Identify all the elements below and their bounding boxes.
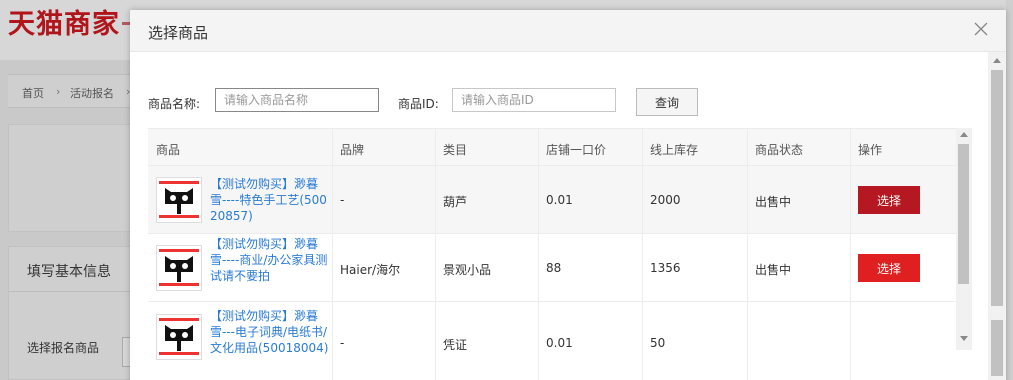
column-divider bbox=[642, 128, 643, 380]
brand-cell: - bbox=[340, 336, 345, 350]
column-divider bbox=[747, 128, 748, 380]
product-name-link[interactable]: 【测试勿购买】渺暮雪----商业/办公家具测试请不要拍 bbox=[210, 236, 330, 284]
table-row: 【测试勿购买】渺暮雪----特色手工艺(50020857) - 葫芦 0.01 … bbox=[148, 166, 956, 234]
column-divider bbox=[435, 128, 436, 380]
scroll-down-icon[interactable] bbox=[960, 336, 968, 341]
column-divider bbox=[538, 128, 539, 380]
status-cell: 出售中 bbox=[755, 263, 792, 277]
product-id-input[interactable] bbox=[452, 88, 616, 112]
column-divider bbox=[850, 128, 851, 380]
dialog-title: 选择商品 bbox=[148, 24, 209, 42]
price-cell: 88 bbox=[546, 261, 562, 275]
stock-cell: 1356 bbox=[650, 261, 681, 275]
table-scrollbar[interactable] bbox=[956, 128, 972, 350]
scroll-thumb[interactable] bbox=[958, 144, 969, 284]
product-name-link[interactable]: 【测试勿购买】渺暮雪----特色手工艺(50020857) bbox=[210, 176, 330, 224]
bg-info-block bbox=[8, 124, 148, 232]
select-button[interactable]: 选择 bbox=[858, 186, 920, 214]
scroll-thumb[interactable] bbox=[991, 70, 1003, 306]
filter-bar: 商品名称: 商品ID: 查询 bbox=[130, 88, 1006, 118]
category-cell: 葫芦 bbox=[443, 195, 468, 209]
category-cell: 景观小品 bbox=[443, 263, 492, 277]
table-row: 【测试勿购买】渺暮雪----商业/办公家具测试请不要拍 Haier/海尔 景观小… bbox=[148, 234, 956, 302]
select-product-label: 选择报名商品 bbox=[27, 341, 100, 355]
section-divider bbox=[9, 291, 149, 292]
price-cell: 0.01 bbox=[546, 336, 573, 350]
breadcrumb: 首页 › 活动报名 › bbox=[8, 74, 148, 108]
dialog-scrollbar[interactable] bbox=[988, 52, 1006, 380]
product-name-input[interactable] bbox=[215, 88, 379, 112]
table-header: 商品 品牌 类目 店铺一口价 线上库存 商品状态 操作 bbox=[148, 128, 956, 166]
brand-cell: - bbox=[340, 193, 345, 207]
breadcrumb-activity[interactable]: 活动报名 bbox=[70, 85, 114, 101]
category-cell: 凭证 bbox=[443, 338, 468, 352]
page-scroll-strip bbox=[1006, 0, 1013, 380]
dialog-header: 选择商品 bbox=[130, 10, 1006, 52]
tmall-cat-icon bbox=[156, 245, 202, 291]
chevron-right-icon: › bbox=[56, 85, 61, 98]
col-brand: 品牌 bbox=[340, 143, 365, 157]
brand-cell: Haier/海尔 bbox=[340, 263, 401, 277]
product-name-link[interactable]: 【测试勿购买】渺暮雪---电子词典/电纸书/文化用品(50018004) bbox=[210, 308, 330, 356]
stock-cell: 50 bbox=[650, 336, 666, 350]
col-stock: 线上库存 bbox=[650, 143, 699, 157]
scroll-up-icon[interactable] bbox=[993, 58, 1001, 63]
close-icon[interactable] bbox=[972, 20, 990, 38]
status-cell: 出售中 bbox=[755, 195, 792, 209]
col-product: 商品 bbox=[156, 143, 181, 157]
col-price: 店铺一口价 bbox=[546, 143, 607, 157]
table-row: 【测试勿购买】渺暮雪---电子词典/电纸书/文化用品(50018004) - 凭… bbox=[148, 302, 956, 380]
stock-cell: 2000 bbox=[650, 193, 681, 207]
select-product-dialog: 选择商品 商品名称: 商品ID: 查询 商品 品牌 类目 店铺一口价 线上库存 … bbox=[130, 10, 1006, 380]
tmall-cat-icon bbox=[156, 314, 202, 360]
breadcrumb-home[interactable]: 首页 bbox=[22, 85, 44, 101]
tmall-merchant-logo: 天猫商家 bbox=[8, 9, 120, 40]
col-action: 操作 bbox=[858, 143, 883, 157]
col-category: 类目 bbox=[443, 143, 468, 157]
price-cell: 0.01 bbox=[546, 193, 573, 207]
product-id-label: 商品ID: bbox=[398, 97, 439, 111]
scroll-up-icon[interactable] bbox=[960, 132, 968, 137]
col-status: 商品状态 bbox=[755, 143, 804, 157]
tmall-cat-icon bbox=[156, 177, 202, 223]
product-name-label: 商品名称: bbox=[148, 97, 201, 111]
section-title: 填写基本信息 bbox=[27, 264, 111, 280]
column-divider bbox=[332, 128, 333, 380]
scroll-thumb[interactable] bbox=[991, 320, 1003, 376]
select-button[interactable]: 选择 bbox=[858, 254, 920, 282]
bg-form-section: 填写基本信息 选择报名商品 bbox=[8, 246, 149, 380]
product-table: 商品 品牌 类目 店铺一口价 线上库存 商品状态 操作 【测试勿购买】渺暮雪--… bbox=[148, 128, 972, 380]
query-button[interactable]: 查询 bbox=[636, 88, 698, 116]
